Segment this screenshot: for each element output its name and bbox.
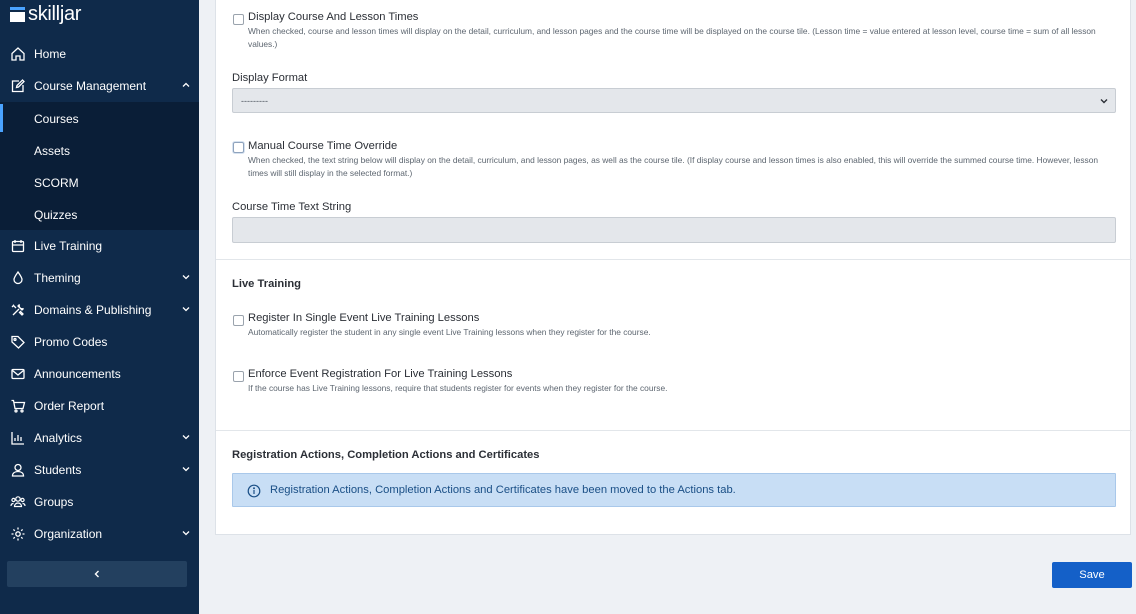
course-time-text-input[interactable] (232, 217, 1116, 243)
logo-mark-icon (10, 6, 25, 22)
sidebar-item-analytics[interactable]: Analytics (0, 422, 199, 454)
sidebar-item-home[interactable]: Home (0, 38, 199, 70)
user-icon (11, 463, 25, 477)
course-settings-card: Display Course And Lesson Times When che… (215, 0, 1132, 535)
sidebar-subitem-courses[interactable]: Courses (0, 102, 199, 134)
sidebar-item-label: Home (34, 47, 67, 61)
course-time-text-label: Course Time Text String (232, 201, 352, 213)
edit-icon (11, 79, 25, 93)
chevron-down-icon (182, 275, 190, 280)
display-format-select[interactable]: --------- (232, 88, 1116, 113)
sidebar-item-label: Live Training (34, 239, 103, 253)
sidebar-subitem-quizzes[interactable]: Quizzes (0, 198, 199, 230)
live-training-section-title: Live Training (232, 278, 302, 290)
info-icon (247, 484, 261, 498)
sidebar-item-promo-codes[interactable]: Promo Codes (0, 326, 199, 358)
home-icon (11, 47, 25, 61)
chevron-down-icon (182, 435, 190, 440)
sidebar-item-live-training[interactable]: Live Training (0, 230, 199, 262)
chevron-left-icon (94, 570, 99, 578)
chevron-down-icon (182, 307, 190, 312)
tag-icon (11, 335, 25, 349)
sidebar-subitem-label: SCORM (34, 176, 79, 190)
sidebar-item-organization[interactable]: Organization (0, 518, 199, 550)
section-divider (216, 259, 1132, 260)
sidebar-subitem-label: Assets (34, 144, 71, 158)
manual-override-title: Manual Course Time Override (248, 140, 398, 152)
chevron-down-icon (182, 467, 190, 472)
sidebar-item-label: Theming (34, 271, 81, 285)
sidebar-subitem-assets[interactable]: Assets (0, 134, 199, 166)
register-single-event-description: Automatically register the student in an… (248, 327, 651, 337)
enforce-registration-title: Enforce Event Registration For Live Trai… (248, 368, 513, 380)
sidebar: skilljar Home Course Management Courses … (0, 0, 199, 614)
display-times-checkbox[interactable] (233, 14, 244, 25)
display-times-title: Display Course And Lesson Times (248, 11, 419, 23)
actions-info-alert: Registration Actions, Completion Actions… (232, 473, 1116, 507)
sidebar-item-label: Students (34, 463, 82, 477)
collapse-sidebar-button[interactable] (7, 561, 187, 587)
sidebar-item-students[interactable]: Students (0, 454, 199, 486)
display-format-value: --------- (241, 96, 268, 106)
display-format-label: Display Format (232, 72, 308, 84)
sidebar-item-domains-publishing[interactable]: Domains & Publishing (0, 294, 199, 326)
display-times-description: When checked, course and lesson times wi… (248, 26, 1096, 49)
sidebar-item-label: Course Management (34, 79, 147, 93)
sidebar-item-label: Analytics (34, 431, 83, 445)
sidebar-item-label: Order Report (34, 399, 105, 413)
sidebar-item-label: Organization (34, 527, 103, 541)
save-button[interactable]: Save (1052, 562, 1132, 588)
sidebar-item-theming[interactable]: Theming (0, 262, 199, 294)
sidebar-item-label: Domains & Publishing (34, 303, 152, 317)
sidebar-item-label: Promo Codes (34, 335, 108, 349)
sidebar-subitem-scorm[interactable]: SCORM (0, 166, 199, 198)
manual-override-description: When checked, the text string below will… (248, 155, 1099, 178)
sidebar-item-course-management[interactable]: Course Management (0, 70, 199, 102)
cart-icon (11, 399, 26, 413)
skilljar-logo[interactable]: skilljar (10, 2, 81, 26)
logo-text: skilljar (28, 2, 82, 25)
sidebar-item-label: Announcements (34, 367, 121, 381)
sidebar-item-order-report[interactable]: Order Report (0, 390, 199, 422)
sidebar-item-groups[interactable]: Groups (0, 486, 199, 518)
register-single-event-title: Register In Single Event Live Training L… (248, 312, 480, 324)
actions-info-message: Registration Actions, Completion Actions… (270, 484, 736, 496)
enforce-registration-checkbox[interactable] (233, 371, 244, 382)
tools-icon (11, 304, 24, 316)
manual-override-checkbox[interactable] (233, 142, 244, 153)
sidebar-subitem-label: Quizzes (34, 208, 78, 222)
chevron-down-icon (1100, 99, 1108, 104)
enforce-registration-description: If the course has Live Training lessons,… (248, 383, 668, 393)
mail-icon (11, 368, 25, 380)
bar-chart-icon (11, 432, 24, 445)
sidebar-item-announcements[interactable]: Announcements (0, 358, 199, 390)
drop-icon (13, 270, 23, 285)
gear-icon (11, 527, 25, 541)
sidebar-item-label: Groups (34, 495, 74, 509)
sidebar-subitem-label: Courses (34, 112, 79, 126)
group-icon (10, 496, 26, 508)
register-single-event-checkbox[interactable] (233, 315, 244, 326)
calendar-icon (11, 240, 25, 253)
chevron-down-icon (182, 531, 190, 536)
section-divider (216, 430, 1132, 431)
actions-section-title: Registration Actions, Completion Actions… (232, 449, 540, 461)
course-management-submenu: Courses Assets SCORM Quizzes (0, 102, 199, 230)
chevron-up-icon (182, 82, 190, 87)
